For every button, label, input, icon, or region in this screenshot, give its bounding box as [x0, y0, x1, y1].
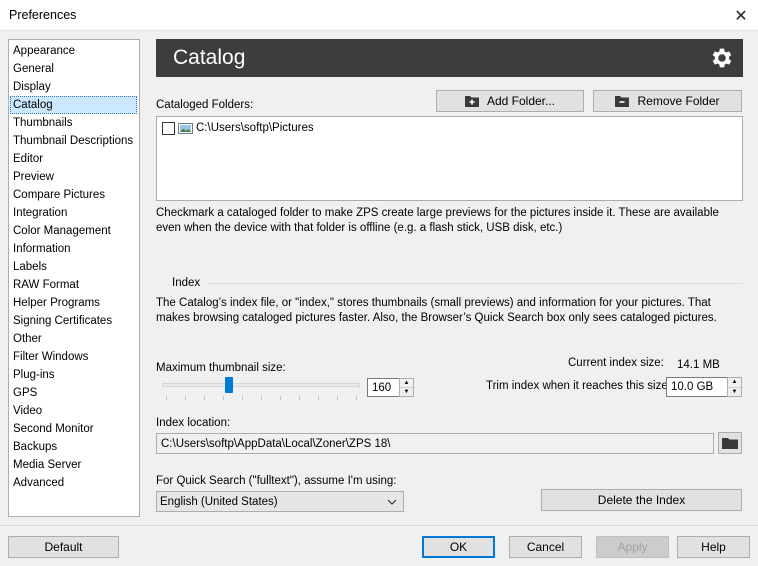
language-select[interactable]: English (United States): [156, 491, 404, 512]
remove-folder-label: Remove Folder: [637, 94, 720, 108]
spin-down-icon[interactable]: ▼: [400, 387, 413, 396]
sidebar-item-catalog[interactable]: Catalog: [10, 96, 137, 114]
thumbnail-size-input[interactable]: 160: [367, 378, 400, 397]
slider-tick: [242, 396, 243, 400]
sidebar-item-video[interactable]: Video: [9, 402, 139, 420]
page-title: Catalog: [173, 46, 246, 69]
trim-size-spinner[interactable]: ▲ ▼: [727, 377, 742, 397]
index-section-title: Index: [172, 277, 201, 289]
cataloged-folders-label: Cataloged Folders:: [156, 99, 254, 111]
max-thumbnail-label: Maximum thumbnail size:: [156, 362, 286, 374]
slider-tick: [204, 396, 205, 400]
slider-tick: [280, 396, 281, 400]
delete-index-button[interactable]: Delete the Index: [541, 489, 742, 511]
sidebar-item-color-management[interactable]: Color Management: [9, 222, 139, 240]
thumbnail-size-value: 160: [372, 381, 392, 394]
help-button[interactable]: Help: [677, 536, 750, 558]
sidebar: Appearance General Display Catalog Thumbnail…: [8, 39, 140, 517]
window-title: Preferences: [9, 8, 77, 22]
trim-index-label: Trim index when it reaches this size:: [486, 380, 671, 392]
sidebar-item-raw-format[interactable]: RAW Format: [9, 276, 139, 294]
sidebar-item-other[interactable]: Other: [9, 330, 139, 348]
sidebar-item-labels[interactable]: Labels: [9, 258, 139, 276]
ok-button[interactable]: OK: [422, 536, 495, 558]
cancel-label: Cancel: [526, 540, 565, 554]
cataloged-folders-list[interactable]: C:\Users\softp\Pictures: [156, 116, 743, 201]
spin-down-icon[interactable]: ▼: [728, 386, 741, 397]
slider-tick: [299, 396, 300, 400]
add-folder-label: Add Folder...: [486, 94, 556, 108]
sidebar-item-appearance[interactable]: Appearance: [9, 42, 139, 60]
slider-tick: [318, 396, 319, 400]
sidebar-item-backups[interactable]: Backups: [9, 438, 139, 456]
folder-path: C:\Users\softp\Pictures: [196, 122, 314, 134]
thumbnail-size-slider-thumb[interactable]: [225, 377, 233, 393]
close-icon: ✕: [734, 7, 748, 25]
trim-size-input[interactable]: 10.0 GB: [666, 377, 728, 397]
sidebar-item-thumbnails[interactable]: Thumbnails: [9, 114, 139, 132]
list-item[interactable]: C:\Users\softp\Pictures: [162, 120, 314, 136]
delete-index-label: Delete the Index: [597, 493, 686, 507]
remove-folder-icon: [615, 96, 630, 107]
sidebar-item-information[interactable]: Information: [9, 240, 139, 258]
folders-description: Checkmark a cataloged folder to make ZPS…: [156, 207, 719, 234]
picture-folder-icon: [178, 122, 193, 134]
browse-folder-button[interactable]: [718, 432, 742, 454]
spin-up-icon[interactable]: ▲: [400, 379, 413, 387]
sidebar-item-preview[interactable]: Preview: [9, 168, 139, 186]
slider-tick: [356, 396, 357, 400]
help-label: Help: [701, 540, 726, 554]
remove-folder-button[interactable]: Remove Folder: [593, 90, 742, 112]
footer-divider: [0, 525, 758, 526]
thumbnail-size-slider-track[interactable]: [162, 383, 360, 387]
sidebar-item-integration[interactable]: Integration: [9, 204, 139, 222]
section-divider: [207, 283, 743, 284]
slider-tick: [261, 396, 262, 400]
trim-size-value: 10.0 GB: [671, 381, 714, 393]
sidebar-item-filter-windows[interactable]: Filter Windows: [9, 348, 139, 366]
sidebar-item-thumbnail-descriptions[interactable]: Thumbnail Descriptions: [9, 132, 139, 150]
sidebar-item-general[interactable]: General: [9, 60, 139, 78]
default-button[interactable]: Default: [8, 536, 119, 558]
index-description: The Catalog’s index file, or "index," st…: [156, 297, 717, 324]
folder-checkbox[interactable]: [162, 121, 175, 135]
slider-tick: [337, 396, 338, 400]
add-folder-button[interactable]: Add Folder...: [436, 90, 584, 112]
sidebar-item-helper-programs[interactable]: Helper Programs: [9, 294, 139, 312]
current-index-size-label: Current index size:: [568, 357, 664, 369]
spin-up-icon[interactable]: ▲: [728, 378, 741, 387]
sidebar-item-gps[interactable]: GPS: [9, 384, 139, 402]
sidebar-item-advanced[interactable]: Advanced: [9, 474, 139, 492]
gear-icon[interactable]: [709, 45, 735, 71]
slider-tick: [223, 396, 224, 400]
sidebar-item-second-monitor[interactable]: Second Monitor: [9, 420, 139, 438]
page-header: Catalog: [156, 39, 743, 77]
sidebar-item-display[interactable]: Display: [9, 78, 139, 96]
index-location-label: Index location:: [156, 417, 231, 429]
cancel-button[interactable]: Cancel: [509, 536, 582, 558]
default-label: Default: [44, 540, 83, 554]
apply-label: Apply: [617, 540, 648, 554]
thumbnail-size-spinner[interactable]: ▲ ▼: [399, 378, 414, 397]
index-location-field[interactable]: C:\Users\softp\AppData\Local\Zoner\ZPS 1…: [156, 433, 714, 454]
folder-icon: [722, 438, 738, 449]
slider-tick: [166, 396, 167, 400]
quick-search-label: For Quick Search ("fulltext"), assume I'…: [156, 475, 397, 487]
language-selected-value: English (United States): [160, 495, 278, 508]
add-folder-icon: [464, 96, 479, 107]
sidebar-item-media-server[interactable]: Media Server: [9, 456, 139, 474]
ok-label: OK: [449, 540, 468, 554]
slider-tick: [185, 396, 186, 400]
close-button[interactable]: ✕: [724, 0, 758, 31]
sidebar-item-editor[interactable]: Editor: [9, 150, 139, 168]
index-location-value: C:\Users\softp\AppData\Local\Zoner\ZPS 1…: [161, 437, 391, 450]
sidebar-item-compare-pictures[interactable]: Compare Pictures: [9, 186, 139, 204]
title-bar: Preferences ✕: [0, 0, 758, 31]
current-index-size-value: 14.1 MB: [677, 359, 720, 371]
chevron-down-icon: [387, 499, 397, 505]
apply-button[interactable]: Apply: [596, 536, 669, 558]
sidebar-item-plug-ins[interactable]: Plug-ins: [9, 366, 139, 384]
sidebar-item-signing-certificates[interactable]: Signing Certificates: [9, 312, 139, 330]
